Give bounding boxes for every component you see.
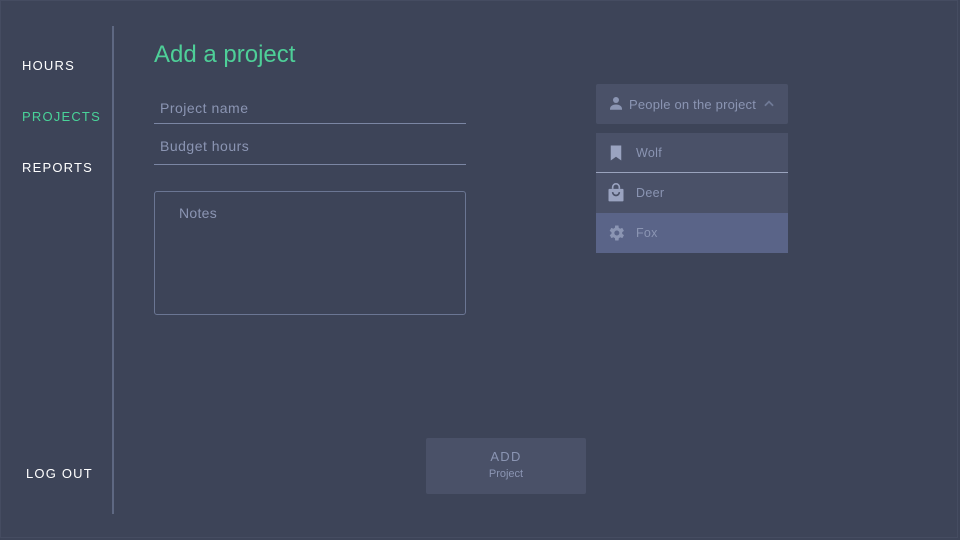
people-option-deer[interactable]: Deer bbox=[596, 173, 788, 213]
notes-textarea[interactable] bbox=[154, 191, 466, 315]
people-option-label: Fox bbox=[636, 226, 658, 240]
people-option-wolf[interactable]: Wolf bbox=[596, 133, 788, 173]
people-option-fox[interactable]: Fox bbox=[596, 213, 788, 253]
nav-item-logout[interactable]: LOG OUT bbox=[26, 466, 93, 481]
nav-item-projects[interactable]: PROJECTS bbox=[22, 109, 101, 124]
nav-item-reports[interactable]: REPORTS bbox=[22, 160, 93, 175]
people-dropdown-toggle[interactable]: People on the project bbox=[596, 84, 788, 124]
sidebar-divider bbox=[112, 26, 114, 514]
project-name-input[interactable] bbox=[154, 92, 466, 124]
people-option-label: Deer bbox=[636, 186, 665, 200]
add-button-label: ADD bbox=[490, 449, 522, 464]
chevron-up-icon bbox=[762, 97, 776, 114]
add-project-button[interactable]: ADD Project bbox=[426, 438, 586, 494]
nav-item-hours[interactable]: HOURS bbox=[22, 58, 75, 73]
shopping-bag-icon bbox=[606, 183, 626, 203]
people-dropdown-list: Wolf Deer Fox bbox=[596, 133, 788, 253]
people-dropdown-label: People on the project bbox=[629, 96, 757, 112]
page-title: Add a project bbox=[154, 41, 296, 68]
people-option-label: Wolf bbox=[636, 145, 662, 160]
bookmark-icon bbox=[606, 143, 626, 163]
add-button-sublabel: Project bbox=[488, 468, 524, 480]
gear-icon bbox=[606, 223, 626, 243]
budget-hours-input[interactable] bbox=[154, 128, 466, 165]
person-icon bbox=[607, 94, 625, 115]
